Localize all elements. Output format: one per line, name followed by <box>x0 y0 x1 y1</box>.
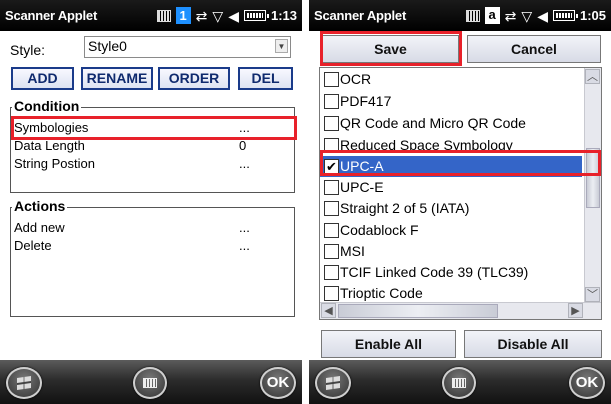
checkbox[interactable] <box>324 201 339 216</box>
condition-title: Condition <box>12 98 82 114</box>
actions-row-delete[interactable]: Delete ... <box>14 238 290 253</box>
row-value: 0 <box>239 138 247 153</box>
connectivity-icon[interactable]: ⇄ <box>505 9 517 23</box>
checkbox[interactable] <box>324 223 339 238</box>
row-label: Data Length <box>14 138 85 153</box>
no-signal-icon[interactable]: ▽ <box>212 9 223 23</box>
keyboard-icon <box>452 378 466 388</box>
del-button[interactable]: DEL <box>238 67 293 90</box>
symbology-item-msi[interactable]: MSI <box>320 241 582 262</box>
cancel-button[interactable]: Cancel <box>467 35 601 63</box>
actions-group: Add new ... Delete ... <box>10 207 295 317</box>
row-value: ... <box>239 238 250 253</box>
condition-row-data-length[interactable]: Data Length 0 <box>14 138 290 153</box>
row-value: ... <box>239 156 250 171</box>
clock[interactable]: 1:05 <box>580 8 606 23</box>
chevron-down-icon[interactable]: ▼ <box>275 39 288 53</box>
input-panel-icon[interactable] <box>465 9 480 22</box>
alpha-mode-icon[interactable]: a <box>484 7 500 24</box>
row-label: String Postion <box>14 156 95 171</box>
style-select[interactable]: Style0 ▼ <box>84 36 291 58</box>
windows-flag-icon <box>17 376 31 390</box>
highlight-box <box>320 150 601 176</box>
keyboard-icon <box>143 378 157 388</box>
horizontal-scrollbar[interactable]: ◀ ▶ <box>320 302 601 319</box>
highlight-box <box>320 31 462 66</box>
actions-title: Actions <box>12 198 68 214</box>
checkbox[interactable] <box>324 72 339 87</box>
row-value: ... <box>239 220 250 235</box>
condition-row-string-position[interactable]: String Postion ... <box>14 156 290 171</box>
style-editor-screen: Scanner Applet 1 ⇄ ▽ ◀ 1:13 Style: Style… <box>0 0 302 404</box>
keyboard-button[interactable] <box>133 367 167 399</box>
scroll-right-icon[interactable]: ▶ <box>568 303 583 318</box>
rename-button[interactable]: RENAME <box>81 67 153 90</box>
taskbar: OK <box>309 360 611 404</box>
item-label: UPC-E <box>340 179 384 195</box>
scroll-left-icon[interactable]: ◀ <box>321 303 336 318</box>
checkbox[interactable] <box>324 244 339 259</box>
scroll-down-icon[interactable]: ﹀ <box>585 287 600 302</box>
app-title: Scanner Applet <box>314 8 407 23</box>
scroll-up-icon[interactable]: ︿ <box>585 69 600 84</box>
item-label: OCR <box>340 71 372 87</box>
battery-charging-icon[interactable] <box>552 10 578 21</box>
symbology-item-tlc39[interactable]: TCIF Linked Code 39 (TLC39) <box>320 262 582 283</box>
vertical-scrollbar[interactable]: ︿ ﹀ <box>584 68 601 304</box>
symbology-item-codablock-f[interactable]: Codablock F <box>320 220 582 241</box>
symbology-item-qr[interactable]: QR Code and Micro QR Code <box>320 113 582 134</box>
enable-all-button[interactable]: Enable All <box>321 330 456 358</box>
status-bar: Scanner Applet a ⇄ ▽ ◀ 1:05 <box>309 0 611 31</box>
symbology-item-pdf417[interactable]: PDF417 <box>320 91 582 112</box>
row-label: Add new <box>14 220 65 235</box>
taskbar: OK <box>0 360 302 404</box>
item-label: PDF417 <box>340 93 392 109</box>
status-bar: Scanner Applet 1 ⇄ ▽ ◀ 1:13 <box>0 0 302 31</box>
start-button[interactable] <box>315 367 351 399</box>
row-label: Delete <box>14 238 52 253</box>
highlight-box <box>11 116 297 140</box>
item-label: Straight 2 of 5 (IATA) <box>340 200 470 216</box>
symbologies-screen: Scanner Applet a ⇄ ▽ ◀ 1:05 Save Cancel … <box>309 0 611 404</box>
checkbox[interactable] <box>324 116 339 131</box>
symbology-item-ocr[interactable]: OCR <box>320 69 582 90</box>
add-button[interactable]: ADD <box>11 67 74 90</box>
item-label: Trioptic Code <box>340 285 423 301</box>
numeric-mode-icon[interactable]: 1 <box>175 7 191 24</box>
symbology-list[interactable]: OCR PDF417 QR Code and Micro QR Code Red… <box>319 67 602 320</box>
keyboard-button[interactable] <box>442 367 476 399</box>
app-title: Scanner Applet <box>5 8 98 23</box>
symbology-item-upc-e[interactable]: UPC-E <box>320 177 582 198</box>
style-label: Style: <box>10 42 46 58</box>
symbology-item-trioptic[interactable]: Trioptic Code <box>320 283 582 304</box>
no-signal-icon[interactable]: ▽ <box>521 9 532 23</box>
connectivity-icon[interactable]: ⇄ <box>196 9 208 23</box>
item-label: QR Code and Micro QR Code <box>340 115 526 131</box>
checkbox[interactable] <box>324 265 339 280</box>
item-label: TCIF Linked Code 39 (TLC39) <box>340 264 529 280</box>
item-label: Codablock F <box>340 222 419 238</box>
clock[interactable]: 1:13 <box>271 8 297 23</box>
checkbox[interactable] <box>324 180 339 195</box>
checkbox[interactable] <box>324 286 339 301</box>
input-panel-icon[interactable] <box>156 9 171 22</box>
actions-row-add-new[interactable]: Add new ... <box>14 220 290 235</box>
item-label: MSI <box>340 243 365 259</box>
disable-all-button[interactable]: Disable All <box>464 330 602 358</box>
style-select-value: Style0 <box>88 38 127 54</box>
symbology-item-straight-2of5[interactable]: Straight 2 of 5 (IATA) <box>320 198 582 219</box>
ok-button[interactable]: OK <box>569 367 605 399</box>
ok-button[interactable]: OK <box>260 367 296 399</box>
battery-icon[interactable] <box>243 10 269 21</box>
scroll-thumb-horizontal[interactable] <box>338 304 498 318</box>
checkbox[interactable] <box>324 94 339 109</box>
order-button[interactable]: ORDER <box>158 67 230 90</box>
windows-flag-icon <box>326 376 340 390</box>
start-button[interactable] <box>6 367 42 399</box>
volume-icon[interactable]: ◀ <box>537 9 548 23</box>
volume-icon[interactable]: ◀ <box>228 9 239 23</box>
